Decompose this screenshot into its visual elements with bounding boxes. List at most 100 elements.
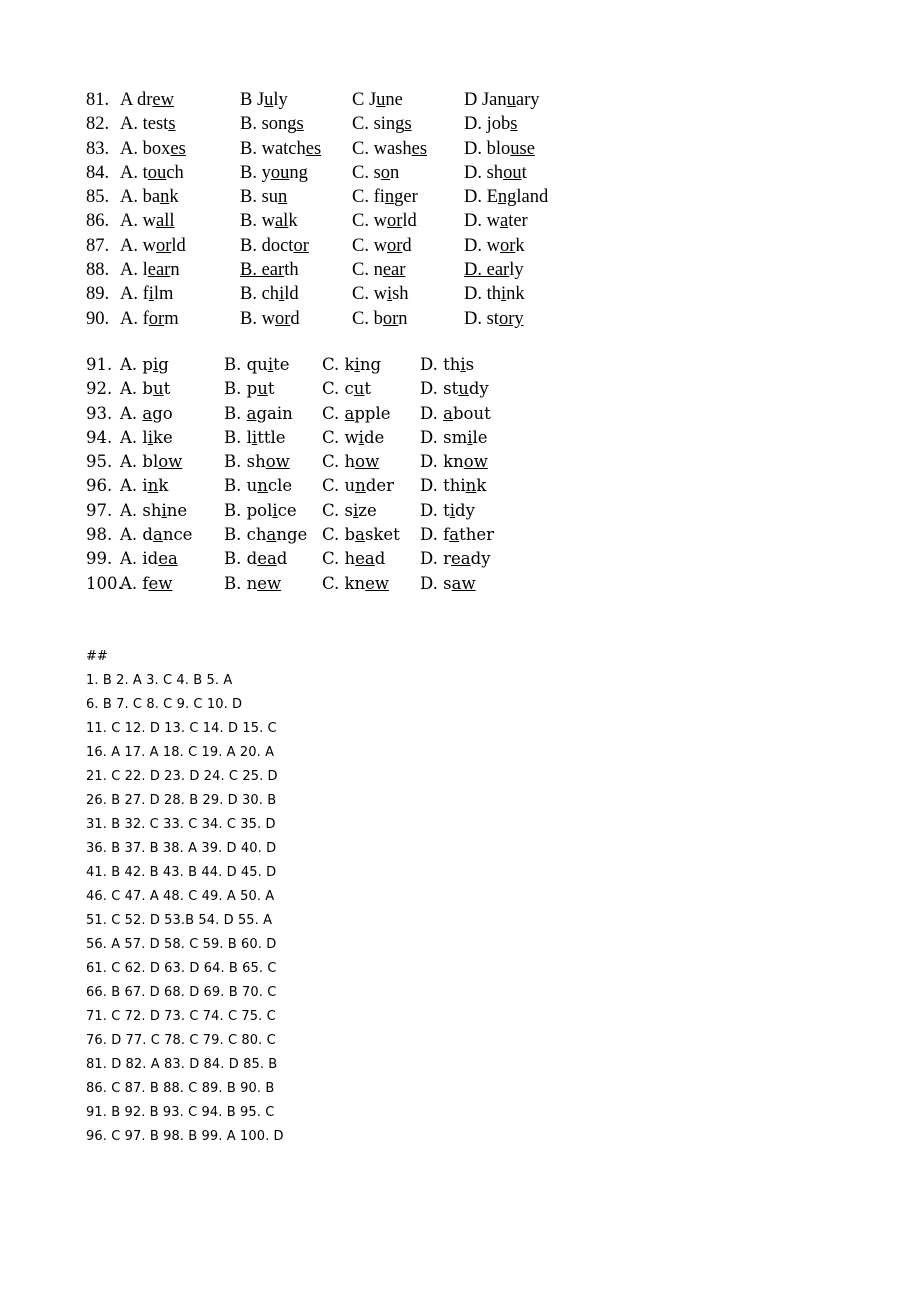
option-text-plain: B. watch bbox=[240, 138, 306, 159]
question-row: 87. A. world B. doctor C. word D. work bbox=[86, 234, 548, 258]
option-text-plain: ng bbox=[289, 162, 308, 183]
question-row: 94. A. like B. little C. wide D. smile bbox=[86, 426, 494, 450]
option-c: C. cut bbox=[322, 377, 420, 401]
option-text-plain: A. w bbox=[120, 211, 156, 232]
option-text-underlined: or bbox=[382, 308, 399, 329]
option-text-plain: lm bbox=[153, 284, 174, 305]
option-b: B. again bbox=[224, 402, 322, 426]
question-number: 84. bbox=[86, 162, 110, 183]
option-text-underlined: use bbox=[510, 138, 535, 159]
option-text-plain: A. box bbox=[120, 138, 171, 159]
option-text-underlined: or bbox=[148, 308, 165, 329]
question-block-81-90: 81. A drew B July C June D January 82. A. test… bbox=[86, 88, 548, 331]
option-text-plain: A. l bbox=[120, 427, 148, 447]
question-number: 88. bbox=[86, 260, 110, 281]
option-text-plain: k bbox=[158, 476, 169, 496]
option-text-underlined: ea bbox=[257, 549, 277, 569]
answer-key-line: 21. C 22. D 23. D 24. C 25. D bbox=[86, 769, 278, 784]
option-text-plain: C J bbox=[352, 90, 377, 110]
option-a: A. dance bbox=[120, 523, 224, 547]
option-c: C. basket bbox=[322, 523, 420, 547]
option-text-plain: d bbox=[290, 308, 300, 329]
option-d: D. think bbox=[464, 282, 525, 306]
answer-key-line: 86. C 87. B 88. C 89. B 90. B bbox=[86, 1081, 275, 1096]
option-a: A. but bbox=[120, 377, 224, 401]
option-text-plain: ger bbox=[394, 187, 418, 208]
option-d: D. saw bbox=[420, 572, 476, 596]
option-text-plain: ne bbox=[166, 500, 188, 520]
option-b: B. dead bbox=[224, 547, 322, 571]
option-a: A. boxes bbox=[120, 137, 240, 161]
option-c: C June bbox=[352, 88, 464, 112]
option-a: A drew bbox=[120, 88, 240, 112]
answer-key-line: 66. B 67. D 68. D 69. B 70. C bbox=[86, 985, 277, 1000]
option-text-underlined: ea bbox=[355, 549, 375, 569]
option-b: B. quite bbox=[224, 353, 322, 377]
question-number: 90. bbox=[86, 308, 110, 329]
option-text-plain: D. s bbox=[420, 573, 452, 593]
option-b: B. young bbox=[240, 161, 352, 185]
option-text-underlined: u bbox=[353, 379, 365, 399]
option-text-underlined: or bbox=[293, 235, 309, 256]
option-c: C. how bbox=[322, 450, 420, 474]
option-text-plain: dy bbox=[455, 500, 475, 520]
option-a: A. idea bbox=[120, 547, 224, 571]
option-text-plain: C. w bbox=[322, 427, 359, 447]
option-c: C. finger bbox=[352, 185, 464, 209]
option-text-plain: C. h bbox=[322, 452, 356, 472]
question-row: 100.A. few B. new C. knew D. saw bbox=[86, 572, 494, 596]
option-d: D. blouse bbox=[464, 137, 535, 161]
question-row: 92. A. but B. put C. cut D. study bbox=[86, 377, 494, 401]
question-row: 93. A. ago B. again C. apple D. about bbox=[86, 402, 494, 426]
option-text-plain: go bbox=[152, 403, 173, 423]
answer-key-line: 26. B 27. D 28. B 29. D 30. B bbox=[86, 793, 277, 808]
option-text-underlined: ou bbox=[147, 162, 167, 183]
option-a: A. shine bbox=[120, 499, 224, 523]
option-text-plain: C. bbox=[322, 403, 345, 423]
option-b: B. sun bbox=[240, 185, 352, 209]
option-text-plain: k bbox=[288, 211, 298, 232]
option-a: A. like bbox=[120, 426, 224, 450]
question-number: 91. bbox=[86, 355, 113, 374]
option-text-plain: A. p bbox=[120, 355, 153, 374]
option-text-plain: B. pol bbox=[224, 500, 273, 520]
answer-key-line: 76. D 77. C 78. C 79. C 80. C bbox=[86, 1033, 276, 1048]
option-text-underlined: o bbox=[380, 162, 391, 183]
question-row: 91. A. pig B. quite C. king D. this bbox=[86, 353, 494, 377]
option-text-underlined: a bbox=[344, 403, 355, 423]
option-text-plain: D. w bbox=[464, 235, 500, 256]
option-text-plain: A. sh bbox=[120, 500, 162, 520]
question-row: 96. A. ink B. uncle C. under D. think bbox=[86, 474, 494, 498]
option-text-plain: C. s bbox=[322, 500, 353, 520]
option-text-underlined: ew bbox=[148, 573, 173, 593]
option-text-plain: C. sing bbox=[352, 114, 405, 135]
option-text-underlined: or bbox=[386, 235, 403, 256]
option-d: D. this bbox=[420, 353, 474, 377]
answer-key-section: ## 1. B 2. A 3. C 4. B 5. A 6. B 7. C 8. … bbox=[86, 645, 284, 1149]
option-d: D. tidy bbox=[420, 499, 475, 523]
option-text-underlined: ea bbox=[158, 549, 178, 569]
question-number: 100. bbox=[86, 573, 123, 593]
question-number: 81. bbox=[86, 90, 110, 110]
option-b: B. change bbox=[224, 523, 322, 547]
question-row: 86. A. wall B. walk C. world D. water bbox=[86, 209, 548, 233]
question-row: 95. A. blow B. show C. how D. know bbox=[86, 450, 494, 474]
option-text-plain: dy bbox=[468, 379, 489, 399]
option-text-plain: nge bbox=[276, 525, 308, 545]
option-text-plain: D. f bbox=[420, 525, 450, 545]
option-c: C. wide bbox=[322, 426, 420, 450]
answer-key-line: 41. B 42. B 43. B 44. D 45. D bbox=[86, 865, 277, 880]
option-text-underlined: all bbox=[155, 211, 175, 232]
option-text-plain: A. bbox=[120, 403, 143, 423]
question-row: 82. A. tests B. songs C. sings D. jobs bbox=[86, 112, 548, 136]
option-text-underlined: a bbox=[152, 525, 163, 545]
answer-key-line: 91. B 92. B 93. C 94. B 95. C bbox=[86, 1105, 275, 1120]
option-a: A. pig bbox=[120, 353, 224, 377]
option-text-underlined: s bbox=[296, 114, 304, 135]
option-text-plain: C. b bbox=[352, 308, 383, 329]
option-text-underlined: ou bbox=[503, 162, 522, 183]
option-text-underlined: u bbox=[458, 379, 469, 399]
option-text-plain: ke bbox=[152, 427, 173, 447]
option-text-plain: D. r bbox=[420, 549, 452, 569]
option-c: C. under bbox=[322, 474, 420, 498]
